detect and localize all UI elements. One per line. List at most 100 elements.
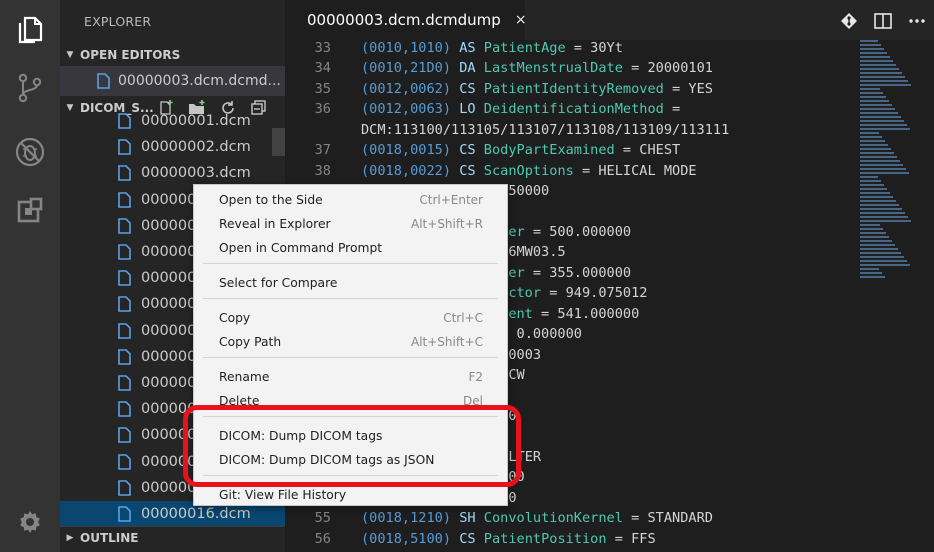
menu-item[interactable]: Open to the Side Ctrl+Enter: [194, 188, 507, 212]
file-icon: [118, 113, 131, 129]
editor-scrollbar[interactable]: [922, 40, 934, 552]
minimap-line: [860, 136, 882, 138]
tag-value: = 355.000000: [524, 264, 632, 281]
file-item[interactable]: 00000002.dcm: [60, 134, 285, 160]
tag-value: = 30Yt: [565, 40, 623, 56]
minimap-line: [860, 188, 887, 190]
minimap-line: [860, 68, 899, 70]
menu-item[interactable]: Reveal in Explorer Alt+Shift+R: [194, 212, 507, 236]
dicom-tag: (0018,5100): [361, 530, 452, 547]
file-item[interactable]: 00000001.dcm: [60, 108, 285, 134]
minimap-line: [860, 256, 904, 258]
menu-item[interactable]: Copy Ctrl+C: [194, 306, 507, 330]
close-icon[interactable]: ×: [515, 12, 527, 28]
line-number: 37: [314, 142, 331, 159]
minimap-line: [860, 132, 879, 134]
more-actions-icon[interactable]: [900, 10, 934, 32]
line-number: 38: [314, 162, 331, 179]
file-icon: [118, 427, 131, 444]
minimap-line: [860, 72, 902, 74]
tab-dcmdump[interactable]: 00000003.dcm.dcmdump ×: [285, 0, 527, 40]
minimap-line: [860, 44, 881, 46]
minimap-line: [860, 240, 892, 242]
dicom-tag: (0018,1210): [361, 510, 452, 527]
file-icon: [118, 139, 131, 155]
minimap-line: [860, 232, 886, 234]
minimap-line: [860, 244, 895, 246]
open-editors-header[interactable]: ▼ OPEN EDITORS: [60, 44, 285, 66]
menu-item[interactable]: Select for Compare: [194, 271, 507, 295]
debug-icon[interactable]: [0, 130, 60, 174]
menu-item-shortcut: Alt+Shift+C: [410, 335, 483, 349]
minimap-line: [860, 172, 909, 174]
minimap-line: [860, 160, 900, 162]
tag-name: ScanOptions: [483, 162, 574, 179]
code-line: 34 (0010,21D0) DA LastMenstrualDate = 200…: [285, 58, 855, 78]
chevron-right-icon: ▶: [66, 532, 74, 543]
minimap-line: [860, 184, 884, 186]
menu-item-shortcut: Ctrl+C: [443, 311, 483, 325]
minimap-line: [860, 100, 889, 102]
minimap-line: [860, 272, 882, 274]
file-icon: [118, 217, 131, 234]
dicom-tag: (0010,21D0): [361, 60, 452, 77]
minimap-line: [860, 212, 905, 214]
minimap-line: [860, 192, 890, 194]
tag-value: = 20000101: [622, 60, 713, 77]
minimap[interactable]: [860, 40, 920, 280]
menu-item-label: Open to the Side: [219, 193, 323, 207]
file-icon: [118, 453, 131, 470]
line-content: DCM:113100/113105/113107/113108/113109/1…: [361, 120, 729, 140]
file-icon: [118, 479, 131, 496]
sidebar-scrollbar[interactable]: [272, 128, 285, 156]
minimap-line: [860, 216, 908, 218]
minimap-line: [860, 164, 903, 166]
menu-item-label: Select for Compare: [219, 276, 338, 290]
minimap-line: [860, 56, 890, 58]
menu-item[interactable]: Rename F2: [194, 365, 507, 389]
file-item[interactable]: 00000003.dcm: [60, 160, 285, 186]
gear-icon[interactable]: [0, 500, 60, 544]
tag-value: DCM:113100/113105/113107/113108/113109/1…: [361, 121, 730, 138]
minimap-line: [860, 128, 910, 130]
menu-item[interactable]: Open in Command Prompt: [194, 236, 507, 260]
minimap-line: [860, 52, 887, 54]
value-representation: DA: [459, 60, 476, 77]
file-icon: [118, 506, 131, 522]
value-representation: CS: [459, 530, 476, 547]
minimap-line: [860, 48, 884, 50]
line-number: 33: [314, 40, 331, 56]
minimap-line: [860, 112, 898, 114]
git-compare-icon[interactable]: [832, 10, 866, 32]
tag-value: = 949.075012: [541, 285, 648, 302]
minimap-line: [860, 80, 908, 82]
minimap-line: [860, 236, 889, 238]
line-number: 55: [314, 510, 331, 527]
line-content: (0012,0063) LO DeidentificationMethod =: [361, 99, 680, 119]
minimap-line: [860, 248, 898, 250]
outline-header[interactable]: ▶ OUTLINE: [60, 526, 285, 548]
minimap-line: [860, 168, 906, 170]
minimap-line: [860, 204, 899, 206]
open-editor-item[interactable]: 00000003.dcm.dcmd...: [60, 66, 285, 96]
source-control-icon[interactable]: [0, 66, 60, 110]
tag-value: = CHEST: [614, 142, 681, 159]
value-representation: SH: [459, 510, 476, 527]
tag-name: LastMenstrualDate: [483, 60, 623, 77]
minimap-line: [860, 92, 883, 94]
file-name: 00000002.dcm: [141, 139, 251, 156]
tag-name: DeidentificationMethod: [483, 101, 664, 118]
code-line: 33 (0010,1010) AS PatientAge = 30Yt: [285, 38, 855, 58]
value-representation: CS: [459, 142, 476, 159]
menu-item-label: Rename: [219, 370, 270, 384]
activity-bar: [0, 0, 60, 552]
menu-item[interactable]: Copy Path Alt+Shift+C: [194, 330, 507, 354]
files-icon[interactable]: [0, 8, 60, 52]
minimap-line: [860, 260, 907, 262]
split-editor-icon[interactable]: [866, 10, 900, 32]
dicom-tag: (0018,0022): [361, 162, 452, 179]
extensions-icon[interactable]: [0, 188, 60, 232]
file-icon: [118, 375, 131, 391]
minimap-line: [860, 108, 895, 110]
minimap-line: [860, 276, 885, 278]
